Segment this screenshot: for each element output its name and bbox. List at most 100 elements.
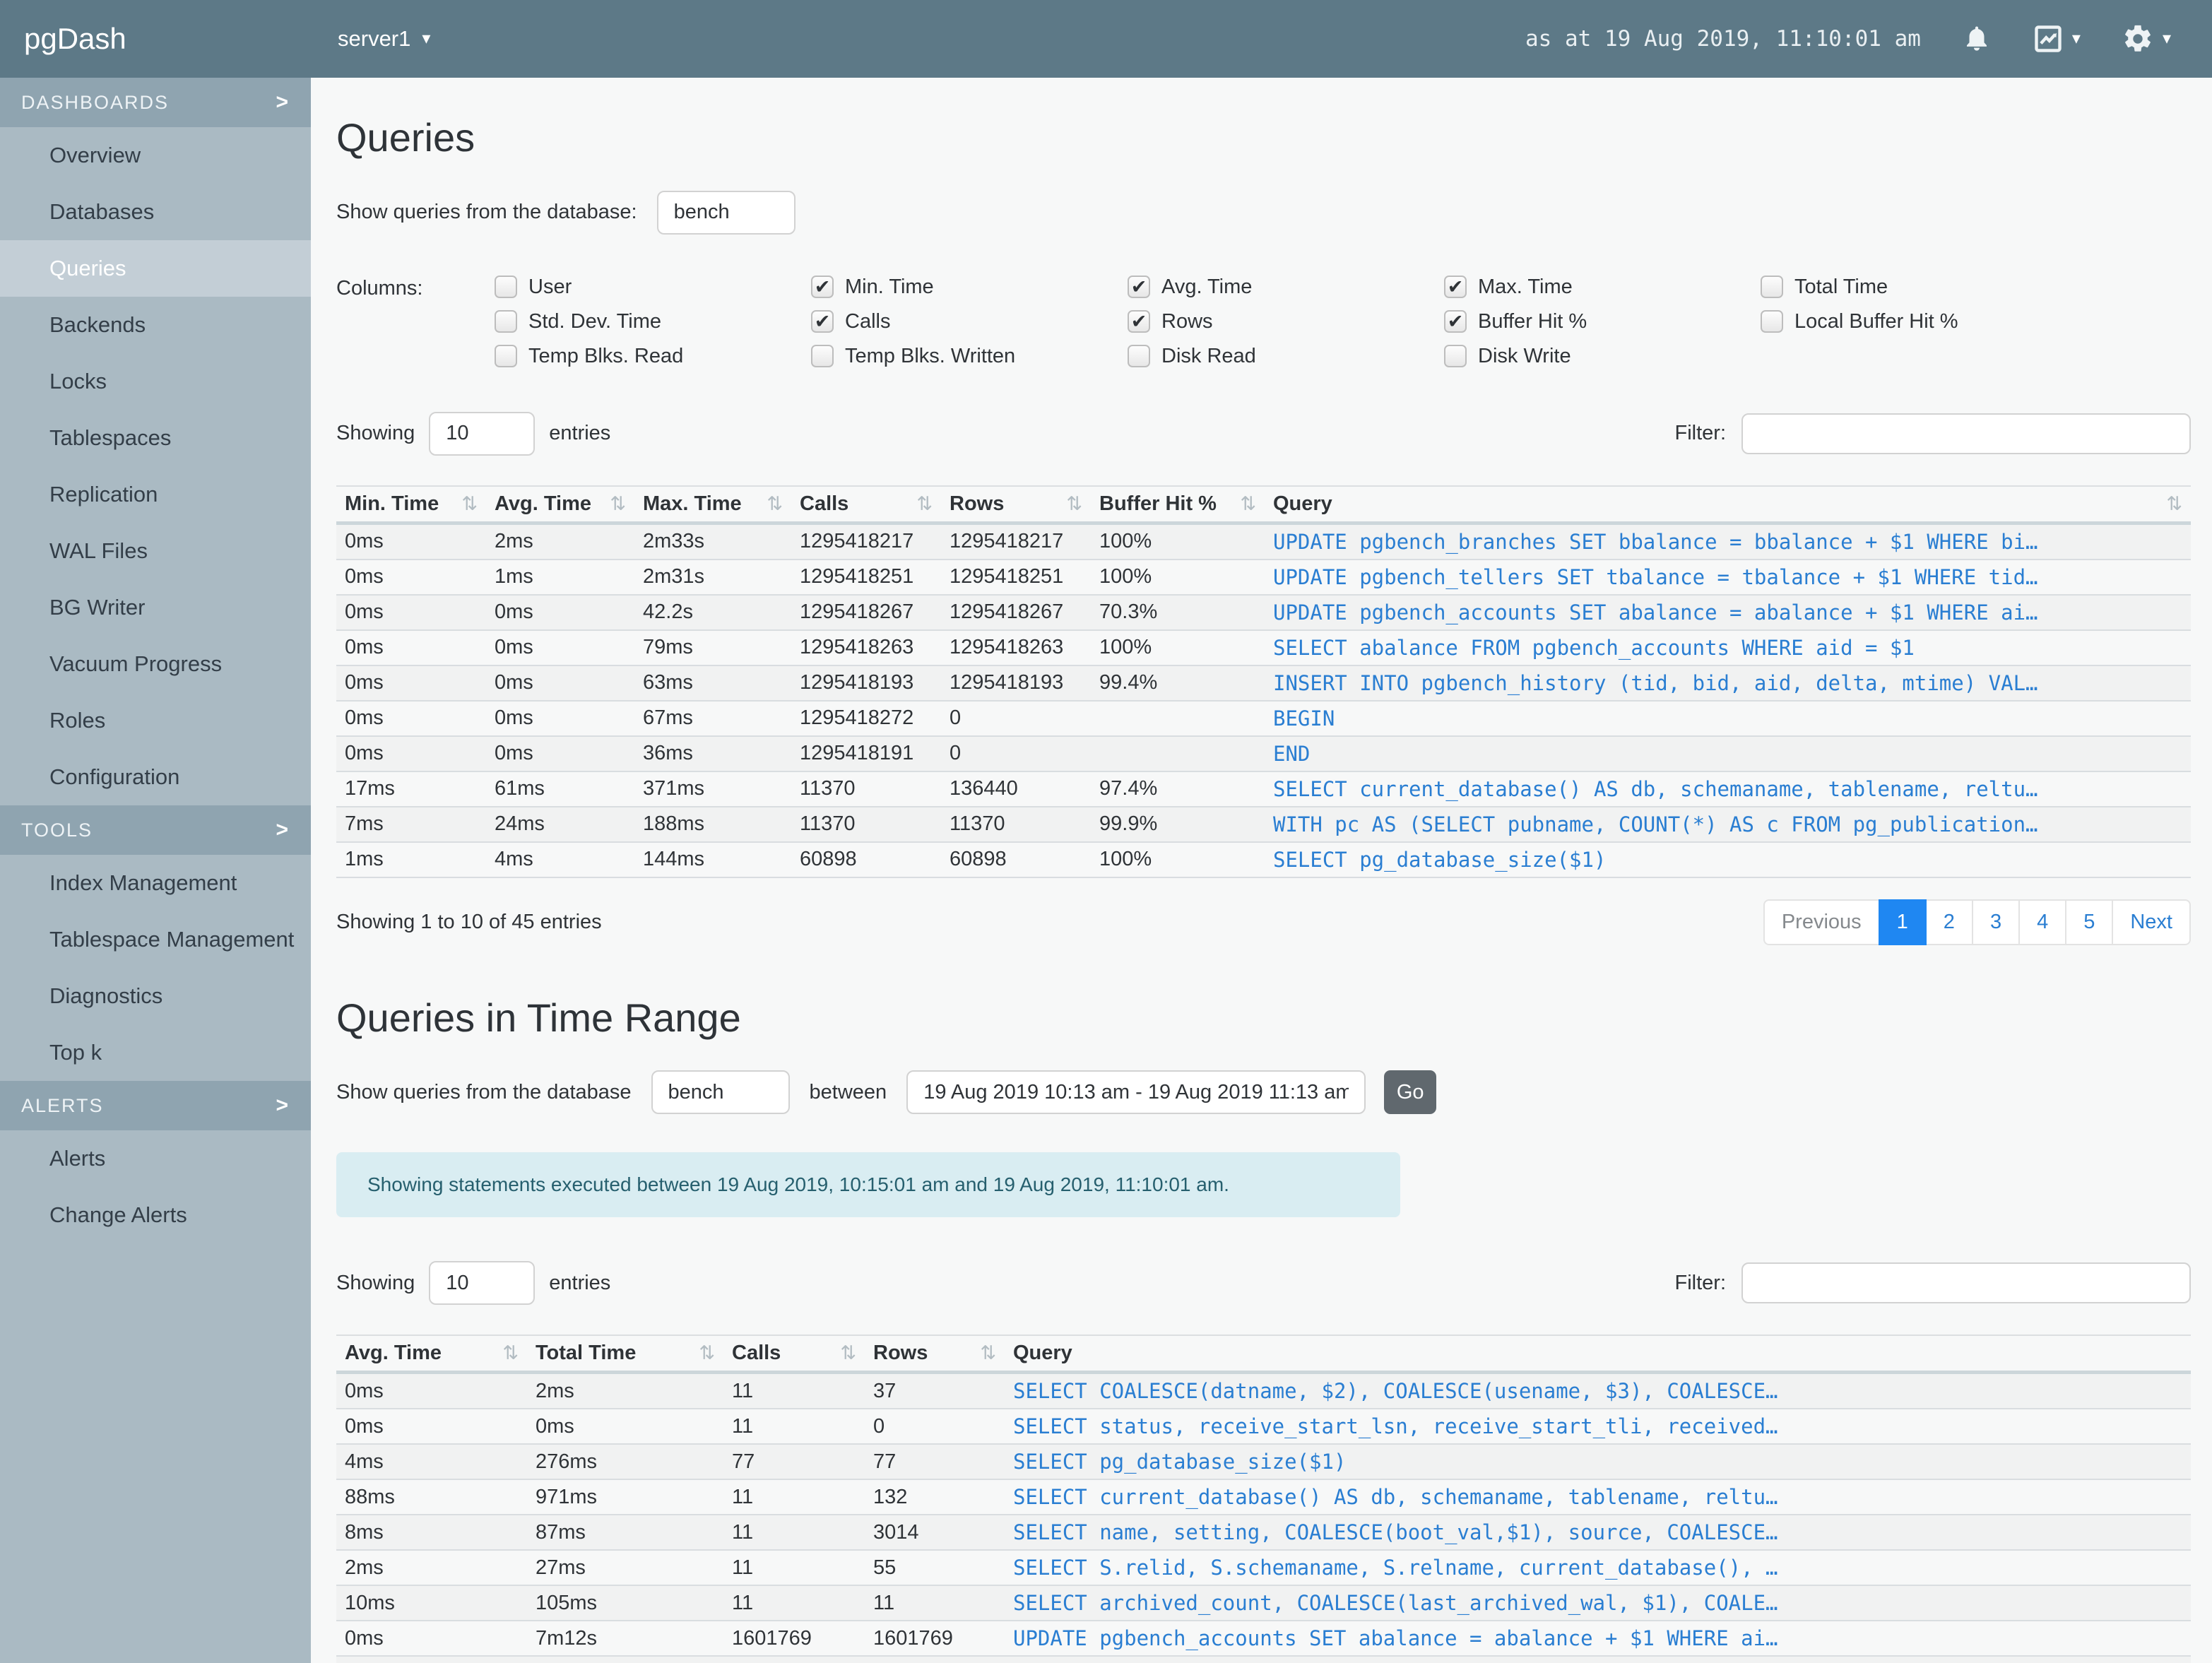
checkbox-disk-write[interactable]: Disk Write bbox=[1444, 345, 1761, 368]
checkbox-max-time[interactable]: ✔ Max. Time bbox=[1444, 276, 1761, 299]
query-link[interactable]: SELECT current_database() AS db, scheman… bbox=[1005, 1479, 2191, 1516]
query-link[interactable]: SELECT abalance FROM pgbench_accounts WH… bbox=[1265, 629, 2191, 666]
sidebar-section-dashboards[interactable]: DASHBOARDS > bbox=[0, 78, 311, 127]
database-label: Show queries from the database bbox=[336, 1080, 632, 1103]
checkbox-std-dev-time[interactable]: Std. Dev. Time bbox=[495, 310, 811, 333]
query-link[interactable]: SELECT current_database() AS db, scheman… bbox=[1265, 771, 2191, 807]
settings-menu-button[interactable]: ▾ bbox=[2122, 23, 2171, 55]
column-header-query[interactable]: Query ⇅ bbox=[1265, 485, 2191, 525]
sidebar-item-roles[interactable]: Roles bbox=[0, 692, 311, 749]
query-link[interactable]: SELECT pg_database_size($1) bbox=[1265, 841, 2191, 878]
sidebar-item-wal-files[interactable]: WAL Files bbox=[0, 523, 311, 579]
query-link[interactable]: SELECT pg_table_size($1) bbox=[1005, 1656, 2191, 1663]
checkbox-avg-time[interactable]: ✔ Avg. Time bbox=[1128, 276, 1444, 299]
query-link[interactable]: UPDATE pgbench_accounts SET abalance = a… bbox=[1265, 594, 2191, 631]
query-link[interactable]: UPDATE pgbench_accounts SET abalance = a… bbox=[1005, 1621, 2191, 1657]
checkbox-box[interactable]: ✔ bbox=[1128, 310, 1150, 333]
checkbox-box[interactable] bbox=[495, 345, 517, 368]
checkbox-user[interactable]: User bbox=[495, 276, 811, 299]
checkbox-box[interactable] bbox=[811, 345, 834, 368]
column-header-min-time[interactable]: Min. Time ⇅ bbox=[336, 485, 486, 525]
query-link[interactable]: UPDATE pgbench_tellers SET tbalance = tb… bbox=[1265, 559, 2191, 596]
checkbox-box[interactable] bbox=[1128, 345, 1150, 368]
checkbox-total-time[interactable]: Total Time bbox=[1761, 276, 2077, 299]
column-header-query[interactable]: Query bbox=[1005, 1334, 2191, 1375]
query-link[interactable]: SELECT name, setting, COALESCE(boot_val,… bbox=[1005, 1515, 2191, 1551]
sidebar-item-change-alerts[interactable]: Change Alerts bbox=[0, 1187, 311, 1243]
sidebar-item-replication[interactable]: Replication bbox=[0, 466, 311, 523]
checkbox-rows[interactable]: ✔ Rows bbox=[1128, 310, 1444, 333]
checkbox-box[interactable] bbox=[1761, 276, 1783, 299]
sidebar-item-overview[interactable]: Overview bbox=[0, 127, 311, 184]
sidebar-item-databases[interactable]: Databases bbox=[0, 184, 311, 240]
query-link[interactable]: SELECT status, receive_start_lsn, receiv… bbox=[1005, 1409, 2191, 1445]
pagination-page-1[interactable]: 1 bbox=[1878, 899, 1927, 945]
database-input[interactable] bbox=[651, 1070, 790, 1115]
column-header-buffer-hit[interactable]: Buffer Hit % ⇅ bbox=[1091, 485, 1265, 525]
pagination-previous[interactable]: Previous bbox=[1763, 899, 1880, 945]
checkbox-temp-blks-written[interactable]: Temp Blks. Written bbox=[811, 345, 1128, 368]
checkbox-calls[interactable]: ✔ Calls bbox=[811, 310, 1128, 333]
page-size-input[interactable] bbox=[429, 411, 536, 456]
server-selector[interactable]: server1 ▾ bbox=[338, 26, 430, 52]
checkbox-temp-blks-read[interactable]: Temp Blks. Read bbox=[495, 345, 811, 368]
filter-input[interactable] bbox=[1741, 1262, 2191, 1304]
sidebar-item-tablespace-management[interactable]: Tablespace Management bbox=[0, 911, 311, 968]
sidebar-item-top-k[interactable]: Top k bbox=[0, 1024, 311, 1081]
checkbox-box[interactable] bbox=[1761, 310, 1783, 333]
checkbox-disk-read[interactable]: Disk Read bbox=[1128, 345, 1444, 368]
query-link[interactable]: SELECT S.relid, S.schemaname, S.relname,… bbox=[1005, 1550, 2191, 1587]
pagination-page-4[interactable]: 4 bbox=[2018, 899, 2067, 945]
sidebar-item-diagnostics[interactable]: Diagnostics bbox=[0, 968, 311, 1024]
pagination-next[interactable]: Next bbox=[2112, 899, 2191, 945]
sidebar-item-configuration[interactable]: Configuration bbox=[0, 749, 311, 805]
time-range-input[interactable] bbox=[906, 1070, 1366, 1115]
query-link[interactable]: SELECT pg_database_size($1) bbox=[1005, 1444, 2191, 1481]
sidebar-item-tablespaces[interactable]: Tablespaces bbox=[0, 410, 311, 466]
charts-menu-button[interactable]: ▾ bbox=[2033, 23, 2081, 54]
sidebar-item-queries[interactable]: Queries bbox=[0, 240, 311, 297]
sidebar-section-alerts[interactable]: ALERTS > bbox=[0, 1081, 311, 1130]
sidebar-item-bg-writer[interactable]: BG Writer bbox=[0, 579, 311, 636]
column-header-calls[interactable]: Calls ⇅ bbox=[791, 485, 941, 525]
filter-input[interactable] bbox=[1741, 413, 2191, 454]
notifications-button[interactable] bbox=[1962, 23, 1992, 55]
query-link[interactable]: UPDATE pgbench_branches SET bbalance = b… bbox=[1265, 523, 2191, 560]
checkbox-buffer-hit[interactable]: ✔ Buffer Hit % bbox=[1444, 310, 1761, 333]
query-link[interactable]: WITH pc AS (SELECT pubname, COUNT(*) AS … bbox=[1265, 806, 2191, 843]
sidebar-item-index-management[interactable]: Index Management bbox=[0, 855, 311, 911]
checkbox-box[interactable]: ✔ bbox=[811, 310, 834, 333]
checkbox-box[interactable]: ✔ bbox=[811, 276, 834, 299]
checkbox-box[interactable] bbox=[1444, 345, 1467, 368]
query-link[interactable]: SELECT archived_count, COALESCE(last_arc… bbox=[1005, 1585, 2191, 1622]
column-header-avg-time[interactable]: Avg. Time ⇅ bbox=[336, 1334, 527, 1375]
checkbox-box[interactable]: ✔ bbox=[1444, 310, 1467, 333]
sidebar-item-vacuum-progress[interactable]: Vacuum Progress bbox=[0, 636, 311, 692]
sidebar-section-tools[interactable]: TOOLS > bbox=[0, 805, 311, 855]
column-header-rows[interactable]: Rows ⇅ bbox=[941, 485, 1091, 525]
query-link[interactable]: BEGIN bbox=[1265, 700, 2191, 737]
pagination-page-3[interactable]: 3 bbox=[1971, 899, 2021, 945]
column-header-max-time[interactable]: Max. Time ⇅ bbox=[634, 485, 791, 525]
database-input[interactable] bbox=[656, 190, 796, 235]
checkbox-local-buffer-hit[interactable]: Local Buffer Hit % bbox=[1761, 310, 2077, 333]
query-link[interactable]: END bbox=[1265, 735, 2191, 772]
column-header-avg-time[interactable]: Avg. Time ⇅ bbox=[486, 485, 634, 525]
pagination-page-5[interactable]: 5 bbox=[2065, 899, 2114, 945]
column-header-rows[interactable]: Rows ⇅ bbox=[865, 1334, 1005, 1375]
page-size-input[interactable] bbox=[429, 1261, 536, 1306]
checkbox-box[interactable]: ✔ bbox=[1128, 276, 1150, 299]
go-button[interactable]: Go bbox=[1384, 1070, 1437, 1115]
column-header-total-time[interactable]: Total Time ⇅ bbox=[527, 1334, 723, 1375]
query-link[interactable]: SELECT COALESCE(datname, $2), COALESCE(u… bbox=[1005, 1372, 2191, 1410]
checkbox-box[interactable] bbox=[495, 276, 517, 299]
checkbox-min-time[interactable]: ✔ Min. Time bbox=[811, 276, 1128, 299]
sidebar-item-locks[interactable]: Locks bbox=[0, 353, 311, 410]
pagination-page-2[interactable]: 2 bbox=[1924, 899, 1973, 945]
checkbox-box[interactable] bbox=[495, 310, 517, 333]
query-link[interactable]: INSERT INTO pgbench_history (tid, bid, a… bbox=[1265, 665, 2191, 702]
checkbox-box[interactable]: ✔ bbox=[1444, 276, 1467, 299]
sidebar-item-alerts[interactable]: Alerts bbox=[0, 1130, 311, 1187]
column-header-calls[interactable]: Calls ⇅ bbox=[723, 1334, 865, 1375]
sidebar-item-backends[interactable]: Backends bbox=[0, 297, 311, 353]
